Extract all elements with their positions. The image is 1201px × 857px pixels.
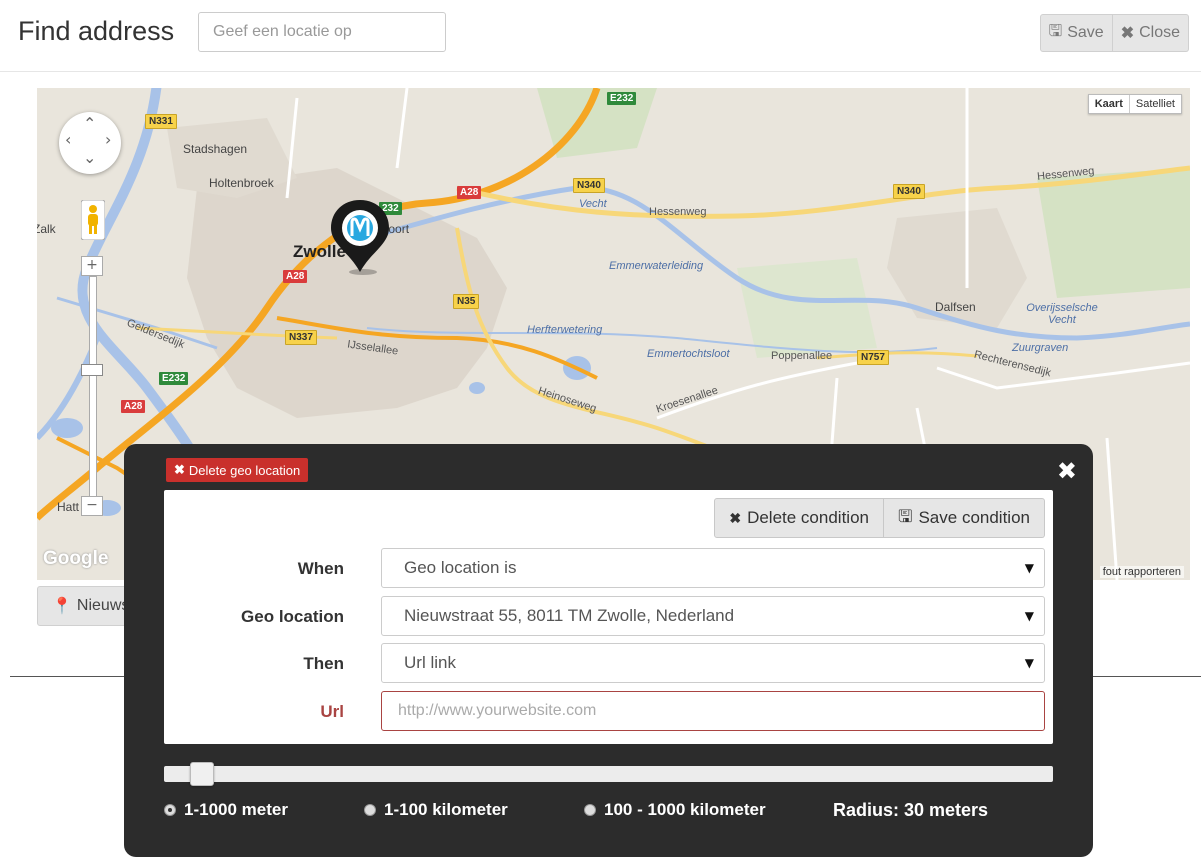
close-icon: ✖ — [729, 509, 742, 526]
close-icon: ✖ — [1120, 25, 1135, 42]
radio-dot[interactable] — [164, 804, 176, 816]
radio-dot[interactable] — [364, 804, 376, 816]
map-label-zalk: Zalk — [37, 222, 56, 236]
page-header: Find address 🖫 Save ✖ Close — [0, 0, 1201, 72]
road-shield-a28-south: A28 — [121, 400, 146, 413]
nieuws-location-button[interactable]: 📍 Nieuws — [37, 586, 137, 626]
radio-label: 1-1000 meter — [184, 800, 288, 819]
pan-up-icon[interactable]: ⌃ — [83, 114, 96, 133]
radio-1-1000-meter[interactable]: 1-1000 meter — [164, 800, 288, 820]
save-condition-button[interactable]: 🖫 Save condition — [883, 498, 1045, 538]
then-row: Then Url link ▼ — [164, 643, 1053, 683]
road-shield-a28-north: A28 — [457, 186, 482, 199]
road-shield-n337: N337 — [285, 330, 317, 345]
zoom-slider-track[interactable] — [89, 276, 97, 498]
dialog-close-icon[interactable]: ✖ — [1057, 458, 1077, 484]
road-shield-a28-center: A28 — [283, 270, 308, 283]
radius-slider-track[interactable] — [164, 762, 1053, 786]
header-button-group: 🖫 Save ✖ Close — [1039, 14, 1189, 52]
map-type-satelliet[interactable]: Satelliet — [1130, 95, 1181, 113]
then-label: Then — [303, 654, 344, 673]
geo-location-select-value: Nieuwstraat 55, 8011 TM Zwolle, Nederlan… — [404, 606, 735, 625]
floppy-icon: 🖫 — [1048, 22, 1063, 40]
map-label-emmerwaterleiding: Emmerwaterleiding — [609, 260, 704, 272]
delete-condition-label: Delete condition — [747, 508, 869, 527]
nieuws-button-label: Nieuws — [76, 597, 130, 614]
google-logo: Google — [43, 548, 109, 569]
caret-down-icon: ▼ — [1024, 656, 1034, 670]
delete-geo-location-label: Delete geo location — [188, 462, 301, 478]
map-label-stadshagen: Stadshagen — [183, 142, 248, 156]
map-label-dalfsen: Dalfsen — [935, 300, 976, 314]
when-select-value: Geo location is — [404, 558, 517, 577]
geo-location-row: Geo location Nieuwstraat 55, 8011 TM Zwo… — [164, 596, 1053, 636]
url-input[interactable] — [381, 691, 1045, 731]
delete-condition-button[interactable]: ✖ Delete condition — [714, 498, 884, 538]
condition-button-group: ✖ Delete condition 🖫 Save condition — [714, 498, 1045, 538]
radio-100-1000-kilometer[interactable]: 100 - 1000 kilometer — [584, 800, 766, 820]
map-label-vecht: Vecht — [579, 198, 607, 210]
floppy-icon: 🖫 — [897, 506, 913, 526]
then-select-value: Url link — [404, 653, 456, 672]
map-label-emmertochtsloot: Emmertochtsloot — [647, 348, 730, 360]
condition-panel: ✖ Delete condition 🖫 Save condition When… — [164, 490, 1053, 744]
when-label: When — [297, 559, 344, 578]
road-shield-e232-south: E232 — [159, 372, 189, 385]
pan-down-icon[interactable]: ⌄ — [83, 148, 96, 167]
pan-left-icon[interactable]: ‹ — [65, 130, 71, 149]
geo-location-select[interactable]: Nieuwstraat 55, 8011 TM Zwolle, Nederlan… — [381, 596, 1045, 636]
road-shield-n35: N35 — [453, 294, 480, 309]
map-type-control: Kaart Satelliet — [1087, 94, 1182, 114]
map-marker-icon: 📍 — [52, 598, 72, 615]
zoom-slider-handle[interactable] — [81, 364, 103, 376]
zoom-out-button[interactable]: − — [81, 496, 103, 516]
map-label-hattem: Hatt — [57, 500, 80, 514]
map-type-kaart[interactable]: Kaart — [1089, 95, 1130, 113]
geo-condition-dialog: ✖ Delete geo location ✖ ✖ Delete conditi… — [124, 444, 1093, 857]
map-label-overijsselsche-vecht: Overijsselsche Vecht — [1026, 302, 1098, 326]
road-shield-n757: N757 — [857, 350, 889, 365]
map-label-poppenallee: Poppenallee — [771, 350, 833, 362]
radius-readout: Radius: 30 meters — [833, 800, 989, 820]
geo-location-label: Geo location — [241, 607, 344, 626]
save-button[interactable]: 🖫 Save — [1039, 14, 1113, 52]
zoom-in-button[interactable]: + — [81, 256, 103, 276]
close-button-label: Close — [1139, 24, 1180, 41]
report-error-link[interactable]: fout rapporteren — [1099, 566, 1184, 578]
close-icon: ✖ — [174, 462, 185, 477]
road-shield-n340-west: N340 — [573, 178, 605, 193]
delete-geo-location-button[interactable]: ✖ Delete geo location — [166, 458, 309, 482]
map-label-hessenweg-1: Hessenweg — [649, 206, 707, 218]
location-marker-icon[interactable] — [327, 196, 393, 276]
street-view-pegman-icon[interactable] — [81, 200, 105, 240]
close-button[interactable]: ✖ Close — [1112, 14, 1189, 52]
radio-label: 100 - 1000 kilometer — [604, 800, 766, 819]
road-shield-n340-east: N340 — [893, 184, 925, 199]
page-title: Find address — [18, 16, 175, 46]
url-label: Url — [320, 702, 344, 721]
save-button-label: Save — [1067, 24, 1104, 41]
pan-right-icon[interactable]: › — [105, 130, 111, 149]
search-input[interactable] — [198, 12, 446, 52]
radius-slider-handle[interactable] — [190, 762, 214, 786]
road-shield-e232-north: E232 — [607, 92, 637, 105]
caret-down-icon: ▼ — [1024, 609, 1034, 623]
pan-control[interactable]: ⌃ ⌄ ‹ › — [59, 112, 121, 174]
radio-1-100-kilometer[interactable]: 1-100 kilometer — [364, 800, 508, 820]
radio-label: 1-100 kilometer — [384, 800, 508, 819]
map-label-herfterwetering: Herfterwetering — [527, 324, 603, 336]
map-label-holtenbroek: Holtenbroek — [209, 176, 274, 190]
radius-unit-radio-group: 1-1000 meter 1-100 kilometer 100 - 1000 … — [164, 800, 1053, 824]
url-row: Url — [164, 691, 1053, 731]
then-select[interactable]: Url link ▼ — [381, 643, 1045, 683]
when-select[interactable]: Geo location is ▼ — [381, 548, 1045, 588]
road-shield-n331: N331 — [145, 114, 177, 129]
save-condition-label: Save condition — [918, 508, 1030, 527]
map-label-zuurgraven: Zuurgraven — [1012, 342, 1069, 354]
caret-down-icon: ▼ — [1024, 561, 1034, 575]
when-row: When Geo location is ▼ — [164, 548, 1053, 588]
radio-dot[interactable] — [584, 804, 596, 816]
